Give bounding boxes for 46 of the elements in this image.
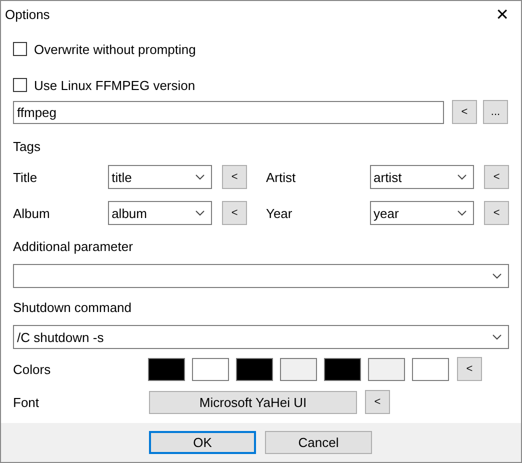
chevron-down-icon (492, 273, 502, 279)
reset-button[interactable]: < (222, 165, 248, 189)
reset-button[interactable]: < (484, 165, 509, 189)
reset-button[interactable]: < (452, 100, 477, 124)
dialog-button[interactable]: OK (149, 431, 256, 454)
browse-button[interactable]: ... (483, 100, 508, 124)
chevron-down-icon (195, 174, 206, 180)
parameter-dropdown[interactable] (13, 264, 509, 288)
chevron-down-icon (457, 210, 468, 216)
checkbox[interactable] (13, 42, 27, 56)
field-label: Artist (266, 170, 297, 184)
section-label: Tags (13, 139, 42, 154)
reset-button[interactable]: < (365, 390, 390, 414)
field-label: Shutdown command (13, 300, 133, 315)
field-label: Title (13, 170, 38, 184)
tag-dropdown[interactable]: title (108, 165, 212, 189)
field-label: Year (266, 206, 294, 220)
field-label: Font (13, 394, 40, 410)
field-label: Colors (13, 362, 52, 376)
ffmpeg-path-field[interactable]: ffmpeg (13, 100, 444, 124)
font-button[interactable]: Microsoft YaHei UI (149, 390, 357, 414)
checkbox[interactable] (13, 78, 27, 92)
checkbox-label: Overwrite without prompting (34, 42, 196, 56)
chevron-down-icon (195, 210, 206, 216)
reset-button[interactable]: < (222, 201, 248, 225)
color-swatch[interactable] (412, 358, 449, 380)
reset-button[interactable]: < (484, 201, 509, 225)
window-title: Options (5, 6, 50, 22)
field-label: Album (13, 206, 51, 220)
color-swatch[interactable] (236, 358, 273, 380)
color-swatch[interactable] (368, 358, 405, 380)
color-swatch[interactable] (192, 358, 229, 380)
checkbox-label: Use Linux FFMPEG version (34, 78, 196, 92)
color-swatch[interactable] (324, 358, 361, 380)
tag-dropdown[interactable]: year (370, 201, 474, 225)
chevron-down-icon (492, 334, 502, 340)
color-swatch[interactable] (148, 358, 185, 380)
field-label: Additional parameter (13, 239, 134, 254)
reset-button[interactable]: < (457, 357, 482, 381)
chevron-down-icon (457, 174, 468, 180)
tag-dropdown[interactable]: album (108, 201, 212, 225)
dialog-button[interactable]: Cancel (265, 431, 372, 454)
close-button[interactable]: ✕ (492, 4, 513, 24)
shutdown-dropdown[interactable]: /C shutdown -s (13, 325, 509, 349)
color-swatch[interactable] (280, 358, 317, 380)
tag-dropdown[interactable]: artist (370, 165, 474, 189)
